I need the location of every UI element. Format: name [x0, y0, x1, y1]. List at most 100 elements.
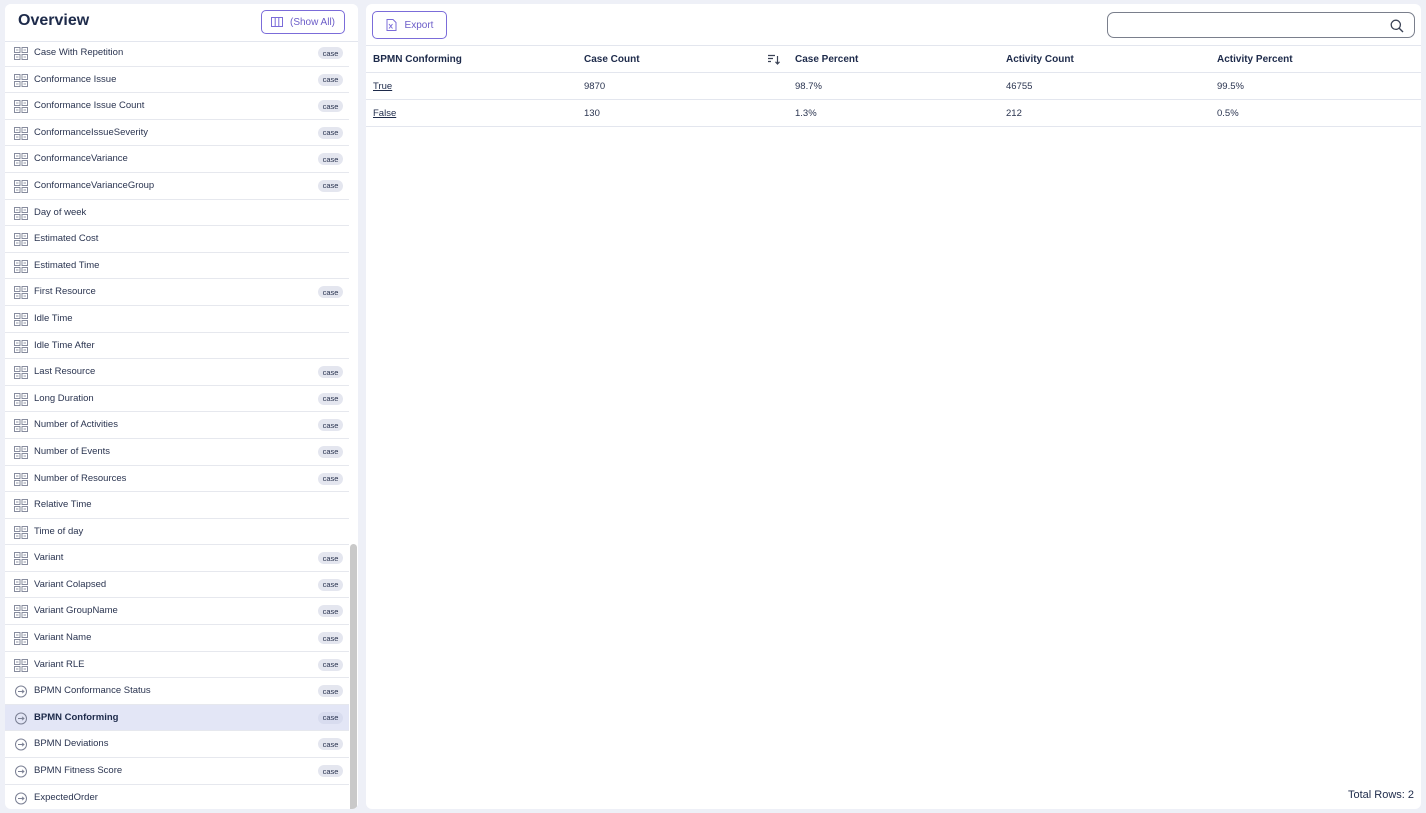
grid-icon [14, 632, 28, 646]
field-label: BPMN Fitness Score [34, 765, 123, 777]
export-label: Export [404, 19, 434, 31]
bpmn-circle-icon [15, 685, 27, 698]
field-list-item[interactable]: Variant GroupName case [5, 598, 349, 626]
field-list-item[interactable]: ConformanceIssueSeverity case [5, 120, 349, 147]
case-badge: case [318, 126, 343, 139]
results-table: BPMN Conforming Case Count Case Percent … [366, 45, 1421, 127]
case-badge: case [318, 472, 343, 485]
field-label: Time of day [34, 525, 84, 537]
case-badge: case [318, 286, 343, 299]
table-cell: 99.5% [1217, 81, 1244, 92]
table-cell: 130 [584, 108, 600, 119]
bpmn-circle-icon [15, 712, 27, 725]
column-header-activity-percent[interactable]: Activity Percent [1217, 54, 1293, 65]
case-badge: case [318, 765, 343, 778]
search-icon[interactable] [1390, 19, 1404, 33]
case-badge: case [318, 605, 343, 618]
case-badge: case [318, 366, 343, 379]
show-all-button[interactable]: (Show All) [261, 10, 345, 34]
field-list-item[interactable]: ConformanceVariance case [5, 146, 349, 173]
field-label: Number of Activities [34, 419, 118, 431]
grid-icon [14, 206, 28, 220]
field-label: Estimated Cost [34, 233, 99, 245]
grid-icon [14, 47, 28, 60]
field-label: Variant RLE [34, 658, 85, 670]
sort-descending-icon[interactable] [768, 54, 780, 65]
field-list-item[interactable]: First Resource case [5, 279, 349, 306]
case-badge: case [318, 73, 343, 86]
row-value-link[interactable]: True [373, 81, 392, 92]
field-list-item[interactable]: Variant case [5, 545, 349, 572]
field-list-item[interactable]: Time of day [5, 519, 349, 546]
case-badge: case [318, 552, 343, 565]
total-rows-count: Total Rows: 2 [1347, 789, 1414, 801]
column-header-bpmn-conforming[interactable]: BPMN Conforming [373, 54, 462, 65]
table-cell: 0.5% [1217, 108, 1239, 119]
field-list-item[interactable]: ExpectedOrder [5, 785, 349, 809]
field-label: Number of Resources [34, 472, 127, 484]
field-label: Relative Time [34, 499, 92, 511]
field-list-item[interactable]: BPMN Conforming case [5, 704, 349, 732]
grid-icon [14, 499, 28, 513]
table-cell: 212 [1006, 108, 1022, 119]
scrollbar-thumb[interactable] [350, 544, 357, 809]
grid-icon [14, 180, 28, 193]
panel-title: Overview [18, 12, 90, 29]
case-badge: case [318, 685, 343, 698]
case-badge: case [318, 658, 343, 671]
table-cell: 46755 [1006, 81, 1033, 92]
grid-icon [14, 286, 28, 300]
field-list-item[interactable]: Variant RLE case [5, 652, 349, 679]
field-label: Conformance Issue Count [34, 100, 145, 112]
field-label: BPMN Deviations [34, 738, 109, 750]
field-list-item[interactable]: Variant Colapsed case [5, 572, 349, 599]
case-badge: case [318, 179, 343, 192]
field-list-item[interactable]: Estimated Cost [5, 226, 349, 253]
column-header-case-percent[interactable]: Case Percent [795, 54, 858, 65]
field-list-item[interactable]: ConformanceVarianceGroup case [5, 173, 349, 200]
field-list-item[interactable]: Case With Repetition case [5, 40, 349, 67]
field-list-item[interactable]: BPMN Deviations case [5, 731, 349, 759]
export-button[interactable]: Export [372, 11, 447, 39]
search-input[interactable] [1107, 12, 1415, 38]
field-list-item[interactable]: Variant Name case [5, 625, 349, 652]
field-list-item[interactable]: Number of Activities case [5, 412, 349, 439]
case-badge: case [318, 711, 343, 724]
field-list-item[interactable]: Number of Resources case [5, 466, 349, 493]
field-label: BPMN Conformance Status [34, 685, 151, 697]
case-badge: case [318, 632, 343, 645]
field-list-item[interactable]: Idle Time After [5, 333, 349, 360]
field-list-item[interactable]: Conformance Issue Count case [5, 93, 349, 120]
field-label: Variant Colapsed [34, 578, 107, 590]
field-list-item[interactable]: Idle Time [5, 306, 349, 333]
field-list-item[interactable]: BPMN Fitness Score case [5, 758, 349, 785]
field-label: Variant GroupName [34, 605, 118, 617]
bpmn-circle-icon [15, 792, 27, 805]
grid-icon [14, 658, 28, 672]
grid-icon [14, 312, 28, 326]
field-list-item[interactable]: Estimated Time [5, 253, 349, 280]
column-header-case-count[interactable]: Case Count [584, 54, 640, 65]
table-cell: 9870 [584, 81, 606, 92]
field-list-item[interactable]: Day of week [5, 200, 349, 227]
show-all-label: (Show All) [289, 16, 335, 28]
field-label: Number of Events [34, 445, 111, 457]
field-list-item[interactable]: Relative Time [5, 492, 349, 519]
case-badge: case [318, 153, 343, 166]
bpmn-circle-icon [15, 765, 27, 778]
grid-icon [14, 419, 28, 433]
field-list-item[interactable]: Last Resource case [5, 359, 349, 386]
field-list-item[interactable]: Conformance Issue case [5, 67, 349, 94]
field-list-item[interactable]: Number of Events case [5, 439, 349, 466]
field-list-panel: Overview (Show All) Case With Repetition… [5, 4, 358, 809]
row-value-link[interactable]: False [373, 108, 396, 119]
bpmn-circle-icon [15, 738, 27, 751]
field-list-header: Overview (Show All) [5, 4, 358, 42]
field-list-item[interactable]: Long Duration case [5, 386, 349, 413]
column-header-activity-count[interactable]: Activity Count [1006, 54, 1074, 65]
field-label: ExpectedOrder [34, 791, 98, 803]
field-list-item[interactable]: BPMN Conformance Status case [5, 678, 349, 705]
table-header: BPMN Conforming Case Count Case Percent … [366, 45, 1421, 73]
grid-icon [14, 578, 28, 592]
field-label: Conformance Issue [34, 73, 117, 85]
